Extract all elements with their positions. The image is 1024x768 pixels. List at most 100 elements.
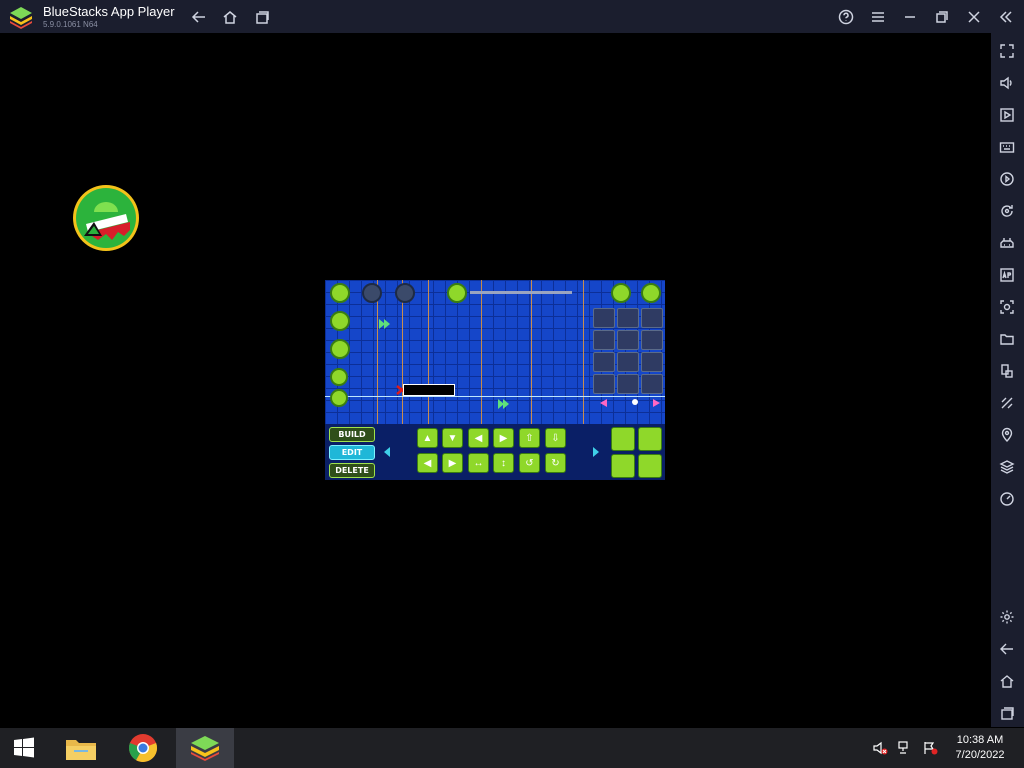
block-row[interactable] — [403, 384, 455, 396]
editor-pause-button[interactable] — [641, 283, 661, 303]
network-icon[interactable] — [897, 740, 913, 756]
object-tile[interactable] — [593, 330, 615, 350]
media-button[interactable] — [997, 105, 1017, 125]
android-back-button[interactable] — [997, 639, 1017, 659]
prev-page-icon[interactable] — [597, 398, 609, 408]
object-tile[interactable] — [641, 308, 663, 328]
home-icon — [223, 11, 237, 24]
multi-instance-icon — [1001, 364, 1013, 378]
object-tile[interactable] — [593, 374, 615, 394]
start-button[interactable] — [0, 728, 48, 768]
settings-button[interactable] — [997, 607, 1017, 627]
rotate-button[interactable] — [997, 201, 1017, 221]
object-tile[interactable] — [593, 308, 615, 328]
object-tile[interactable] — [641, 330, 663, 350]
move-down-big-button[interactable]: ⇩ — [545, 428, 566, 448]
move-left-big-button[interactable]: ◀ — [417, 453, 438, 473]
gamepad-button[interactable] — [997, 233, 1017, 253]
app-title: BlueStacks App Player — [43, 4, 175, 19]
guide-line — [428, 280, 429, 424]
volume-muted-icon[interactable] — [872, 740, 888, 756]
keyboard-button[interactable] — [997, 137, 1017, 157]
zoom-in-button[interactable] — [330, 368, 348, 386]
editor-back-button[interactable] — [330, 283, 350, 303]
close-button[interactable] — [962, 5, 986, 29]
object-tile[interactable] — [617, 352, 639, 372]
volume-button[interactable] — [997, 73, 1017, 93]
settings-icon — [1000, 610, 1014, 624]
move-down-button[interactable]: ▼ — [442, 428, 463, 448]
back-button[interactable] — [187, 5, 211, 29]
right-sidebar — [991, 33, 1024, 727]
android-back-icon — [1000, 643, 1013, 655]
redo-button[interactable] — [395, 283, 415, 303]
rotate-toggle-button[interactable] — [638, 427, 662, 451]
location-icon — [1001, 427, 1013, 442]
performance-button[interactable] — [997, 489, 1017, 509]
android-recents-button[interactable] — [997, 703, 1017, 723]
fullscreen-button[interactable] — [997, 41, 1017, 61]
flip-y-button[interactable]: ↕ — [493, 453, 514, 473]
object-tile[interactable] — [641, 374, 663, 394]
title-bar: BlueStacks App Player 5.9.0.1061 N64 — [0, 0, 1024, 33]
snap-toggle-button[interactable] — [638, 454, 662, 478]
file-explorer-button[interactable] — [57, 728, 105, 768]
home-button[interactable] — [218, 5, 242, 29]
layers-button[interactable] — [997, 457, 1017, 477]
object-tile[interactable] — [617, 308, 639, 328]
undo-button[interactable] — [362, 283, 382, 303]
keyboard-icon — [999, 142, 1015, 153]
move-up-button[interactable]: ▲ — [417, 428, 438, 448]
move-left-button[interactable]: ◀ — [468, 428, 489, 448]
delete-mode-button[interactable]: DELETE — [329, 463, 375, 478]
music-play-button[interactable] — [447, 283, 467, 303]
music-test-button[interactable] — [330, 339, 350, 359]
playtest-button[interactable] — [330, 311, 350, 331]
swipe-toggle-button[interactable] — [611, 427, 635, 451]
build-mode-button[interactable]: BUILD — [329, 427, 375, 442]
next-page-icon[interactable] — [651, 398, 663, 408]
object-tile[interactable] — [593, 352, 615, 372]
prev-tools-icon[interactable] — [382, 446, 392, 458]
move-right-button[interactable]: ▶ — [493, 428, 514, 448]
screenshot-button[interactable] — [997, 297, 1017, 317]
bluestacks-taskbar-button[interactable] — [176, 728, 234, 768]
flip-x-button[interactable]: ↔ — [468, 453, 489, 473]
android-app-shortcut-icon[interactable] — [72, 184, 140, 252]
collapse-sidebar-button[interactable] — [994, 5, 1018, 29]
recent-apps-icon — [256, 11, 269, 24]
move-up-big-button[interactable]: ⇧ — [519, 428, 540, 448]
apk-button[interactable] — [997, 265, 1017, 285]
rotate-ccw-button[interactable]: ↺ — [519, 453, 540, 473]
minimize-button[interactable] — [898, 5, 922, 29]
object-tile[interactable] — [617, 330, 639, 350]
zoom-out-button[interactable] — [330, 389, 348, 407]
object-tile[interactable] — [617, 374, 639, 394]
chrome-button[interactable] — [119, 728, 167, 768]
menu-button[interactable] — [866, 5, 890, 29]
free-move-toggle-button[interactable] — [611, 454, 635, 478]
media-icon — [1000, 108, 1014, 122]
folder-button[interactable] — [997, 329, 1017, 349]
editor-settings-button[interactable] — [611, 283, 631, 303]
action-center-flag-icon[interactable] — [922, 740, 938, 756]
game-viewport[interactable]: BUILD EDIT DELETE ▲ ▼ ◀ ▶ ⇧ ⇩ ◀ ▶ ↔ ↕ ↺ … — [325, 280, 665, 480]
edit-mode-button[interactable]: EDIT — [329, 445, 375, 460]
macro-button[interactable] — [997, 169, 1017, 189]
apk-icon — [1000, 268, 1014, 282]
restore-button[interactable] — [930, 5, 954, 29]
location-button[interactable] — [997, 425, 1017, 445]
help-button[interactable] — [834, 5, 858, 29]
layers-icon — [999, 460, 1015, 474]
playback-slider[interactable] — [470, 291, 572, 294]
recent-apps-button[interactable] — [250, 5, 274, 29]
eco-mode-button[interactable] — [997, 393, 1017, 413]
move-right-big-button[interactable]: ▶ — [442, 453, 463, 473]
object-tile[interactable] — [641, 352, 663, 372]
multi-instance-button[interactable] — [997, 361, 1017, 381]
windows-taskbar — [0, 728, 1024, 768]
android-home-button[interactable] — [997, 671, 1017, 691]
next-tools-icon[interactable] — [591, 446, 601, 458]
rotate-cw-button[interactable]: ↻ — [545, 453, 566, 473]
system-clock[interactable]: 10:38 AM 7/20/2022 — [945, 733, 1015, 763]
